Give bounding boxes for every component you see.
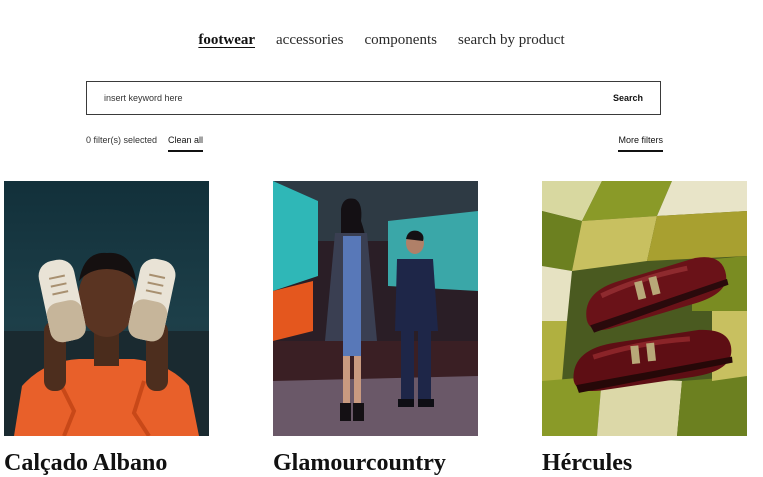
category-nav: footwear accessories components search b…	[0, 30, 763, 50]
filters-row: 0 filter(s) selected Clean all More filt…	[86, 134, 663, 156]
nav-item-search-by-product[interactable]: search by product	[458, 30, 565, 50]
man-holding-sneakers-photo[interactable]	[4, 181, 209, 436]
search-bar: Search	[86, 81, 661, 115]
brand-card-hercules[interactable]: Hércules	[542, 181, 747, 476]
brand-name[interactable]: Calçado Albano	[4, 450, 209, 476]
nav-item-components[interactable]: components	[364, 30, 437, 50]
brand-card-glamourcountry[interactable]: Glamourcountry	[273, 181, 478, 476]
nav-item-footwear[interactable]: footwear	[198, 30, 255, 50]
search-button[interactable]: Search	[613, 82, 643, 114]
clean-all-link[interactable]: Clean all	[168, 135, 204, 152]
brand-card-calcado-albano[interactable]: Calçado Albano	[4, 181, 209, 476]
filter-count-label: 0 filter(s) selected	[86, 135, 158, 145]
fashion-models-photo[interactable]	[273, 181, 478, 436]
more-filters-link[interactable]: More filters	[618, 135, 663, 152]
brand-name[interactable]: Hércules	[542, 450, 747, 476]
nav-item-accessories[interactable]: accessories	[276, 30, 343, 50]
burgundy-monk-shoes-photo[interactable]	[542, 181, 747, 436]
search-input[interactable]	[104, 82, 584, 114]
brand-name[interactable]: Glamourcountry	[273, 450, 478, 476]
